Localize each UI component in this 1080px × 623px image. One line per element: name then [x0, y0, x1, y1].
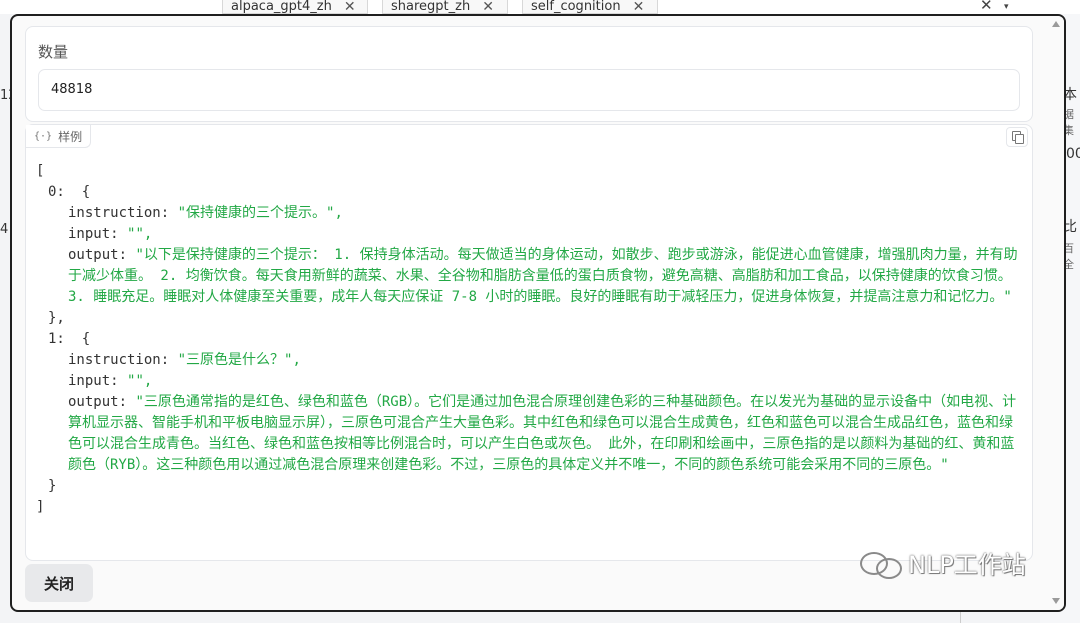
dataset-tag-sharegpt[interactable]: sharegpt_zh ✕	[382, 0, 508, 14]
json-open-bracket: [	[36, 163, 45, 179]
json-item-close: }	[48, 478, 57, 494]
dataset-tag-label: sharegpt_zh	[391, 0, 471, 14]
dataset-tag-label: self_cognition	[531, 0, 621, 14]
json-item-header[interactable]: 1: {	[48, 329, 1026, 350]
close-button[interactable]: 关闭	[25, 564, 93, 602]
background-fragment: 00	[1066, 146, 1080, 162]
chevron-down-icon[interactable]: ▾	[1004, 3, 1009, 12]
scroll-down-arrow-icon[interactable]	[1052, 598, 1060, 604]
json-content: [ 0: { instruction: "保持健康的三个提示。", input:…	[36, 161, 1026, 518]
dataset-preview-modal: 数量 48818 {·} 样例 [ 0: { instruction: "保持健…	[10, 14, 1066, 612]
count-field[interactable]: 48818	[38, 69, 1020, 111]
close-icon[interactable]: ✕	[482, 0, 494, 13]
json-viewer: {·} 样例 [ 0: { instruction: "保持健康的三个提示。",…	[25, 124, 1033, 561]
json-item-close: },	[48, 310, 65, 326]
close-icon[interactable]: ✕	[344, 0, 356, 13]
json-field-instruction: instruction: "三原色是什么？",	[68, 352, 301, 368]
count-label: 数量	[38, 43, 69, 61]
background-fragment: 4	[0, 222, 9, 237]
json-viewer-tab: {·} 样例	[26, 125, 92, 148]
json-field-input: input: "",	[68, 373, 153, 389]
json-field-instruction: instruction: "保持健康的三个提示。",	[68, 205, 343, 221]
close-icon[interactable]: ✕	[633, 0, 645, 13]
copy-button[interactable]	[1006, 127, 1028, 147]
json-viewer-tab-label: 样例	[58, 129, 83, 144]
modal-scrollbar[interactable]	[1050, 16, 1064, 610]
background-divider	[960, 612, 961, 623]
clear-all-icon[interactable]: ✕	[980, 0, 993, 13]
json-field-output: output: "三原色通常指的是红色、绿色和蓝色（RGB）。它们是通过加色混合…	[68, 394, 1017, 473]
dataset-tag-alpaca[interactable]: alpaca_gpt4_zh ✕	[222, 0, 368, 14]
json-field-output: output: "以下是保持健康的三个提示： 1. 保持身体活动。每天做适当的身…	[68, 247, 1018, 305]
scroll-up-arrow-icon[interactable]	[1052, 21, 1060, 27]
json-icon: {·}	[34, 130, 53, 142]
json-item-header[interactable]: 0: {	[48, 182, 1026, 203]
count-panel: 数量 48818	[25, 26, 1033, 122]
json-close-bracket: ]	[36, 499, 45, 515]
dataset-tag-self-cognition[interactable]: self_cognition ✕	[522, 0, 658, 14]
json-field-input: input: "",	[68, 226, 153, 242]
dataset-tag-label: alpaca_gpt4_zh	[231, 0, 332, 14]
